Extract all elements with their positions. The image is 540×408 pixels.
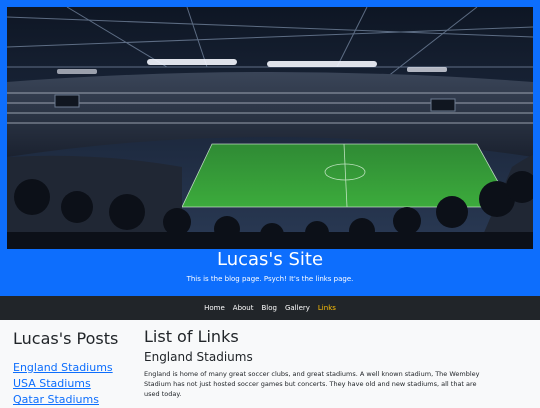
post-link-qatar-stadiums[interactable]: Qatar Stadiums bbox=[13, 392, 138, 408]
nav-link-gallery[interactable]: Gallery bbox=[285, 304, 310, 312]
site-title: Lucas's Site bbox=[216, 249, 324, 270]
stadium-hero-image bbox=[7, 7, 533, 249]
section-title: England Stadiums bbox=[144, 350, 253, 364]
page-title: List of Links bbox=[144, 327, 239, 346]
site-header: Lucas's Site This is the blog page. Psyc… bbox=[0, 0, 540, 296]
nav-link-about[interactable]: About bbox=[233, 304, 254, 312]
post-link-usa-stadiums[interactable]: USA Stadiums bbox=[13, 376, 138, 392]
sidebar-title: Lucas's Posts bbox=[13, 329, 119, 348]
top-navbar: Home About Blog Gallery Links bbox=[0, 296, 540, 320]
post-link-england-stadiums[interactable]: England Stadiums bbox=[13, 360, 138, 376]
nav-link-blog[interactable]: Blog bbox=[261, 304, 276, 312]
nav-link-home[interactable]: Home bbox=[204, 304, 225, 312]
links-content: List of Links England Stadiums England i… bbox=[144, 326, 534, 399]
section-description: England is home of many great soccer clu… bbox=[144, 370, 480, 398]
posts-sidebar: Lucas's Posts England Stadiums USA Stadi… bbox=[13, 328, 138, 408]
nav-link-links[interactable]: Links bbox=[318, 304, 336, 312]
site-subtitle: This is the blog page. Psych! It's the l… bbox=[186, 275, 354, 283]
